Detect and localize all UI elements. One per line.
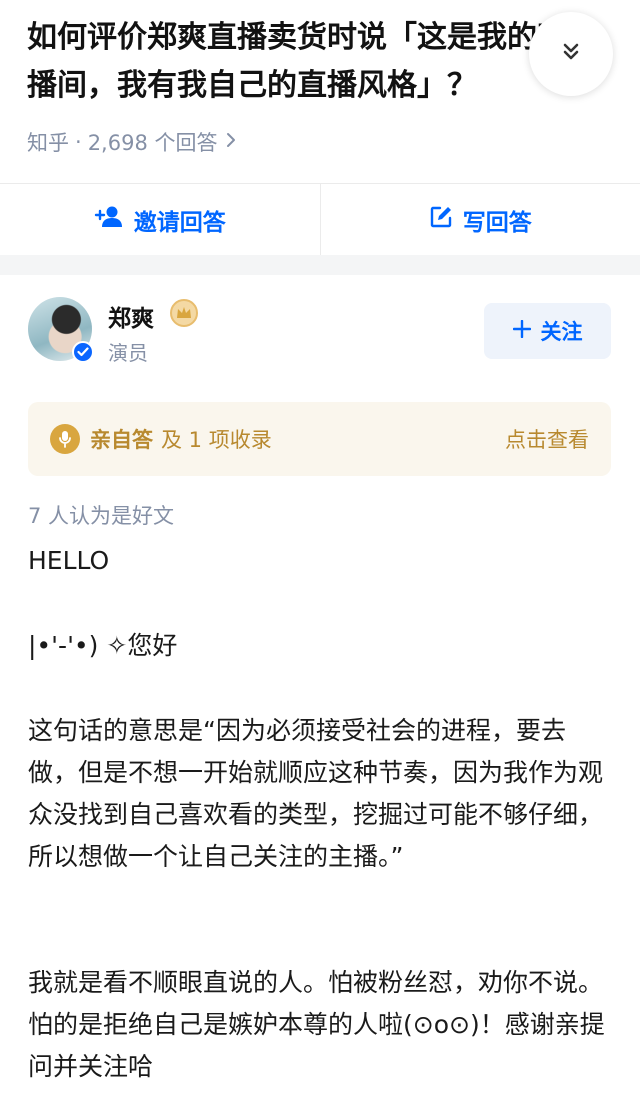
view-collection-link[interactable]: 点击查看 [505, 424, 589, 454]
follow-button[interactable]: 关注 [484, 303, 611, 359]
verified-badge-icon [72, 341, 94, 363]
self-answer-strong: 亲自答 [90, 428, 153, 452]
author-row: 郑爽 演员 关注 [0, 275, 640, 375]
plus-icon [512, 319, 531, 343]
write-answer-label: 写回答 [462, 209, 532, 236]
add-user-icon [94, 205, 124, 235]
likes-count: 7 人认为是好文 [28, 504, 175, 528]
content-paragraph: 我就是看不顺眼直说的人。怕被粉丝怼，劝你不说。怕的是拒绝自己是嫉妒本尊的人啦(⊙… [28, 968, 605, 1081]
author-name[interactable]: 郑爽 [108, 299, 154, 333]
follow-label: 关注 [540, 320, 583, 344]
chevron-right-icon [225, 130, 237, 155]
mic-icon [50, 424, 80, 454]
double-chevron-down-icon [560, 41, 582, 67]
invite-answer-label: 邀请回答 [133, 209, 226, 236]
action-bar: 邀请回答 写回答 [0, 183, 640, 256]
self-answer-banner[interactable]: 亲自答 及 1 项收录 点击查看 [28, 402, 611, 476]
self-answer-rest: 及 1 项收录 [161, 428, 272, 452]
edit-icon [429, 205, 453, 235]
section-gap [0, 255, 640, 275]
source-label: 知乎 [27, 131, 69, 155]
content-paragraph: |•'-'•) ✧您好 [28, 631, 178, 660]
content-paragraph: 这句话的意思是“因为必须接受社会的进程，要去做，但是不想一开始就顺应这种节奏，因… [28, 716, 604, 871]
author-role: 演员 [108, 341, 148, 365]
crown-badge-icon[interactable] [170, 299, 198, 327]
answer-count: 2,698 个回答 [87, 131, 218, 155]
question-header: 如何评价郑爽直播卖货时说「这是我的直播间，我有我自己的直播风格」？ 知乎 · 2… [0, 0, 640, 183]
question-title[interactable]: 如何评价郑爽直播卖货时说「这是我的直播间，我有我自己的直播风格」？ [27, 14, 587, 110]
content-paragraph: HELLO [28, 546, 110, 575]
meta-separator: · [75, 130, 82, 154]
write-answer-button[interactable]: 写回答 [321, 184, 640, 255]
invite-answer-button[interactable]: 邀请回答 [0, 184, 320, 255]
question-meta[interactable]: 知乎 · 2,698 个回答 [27, 127, 237, 157]
expand-button[interactable] [529, 12, 613, 96]
